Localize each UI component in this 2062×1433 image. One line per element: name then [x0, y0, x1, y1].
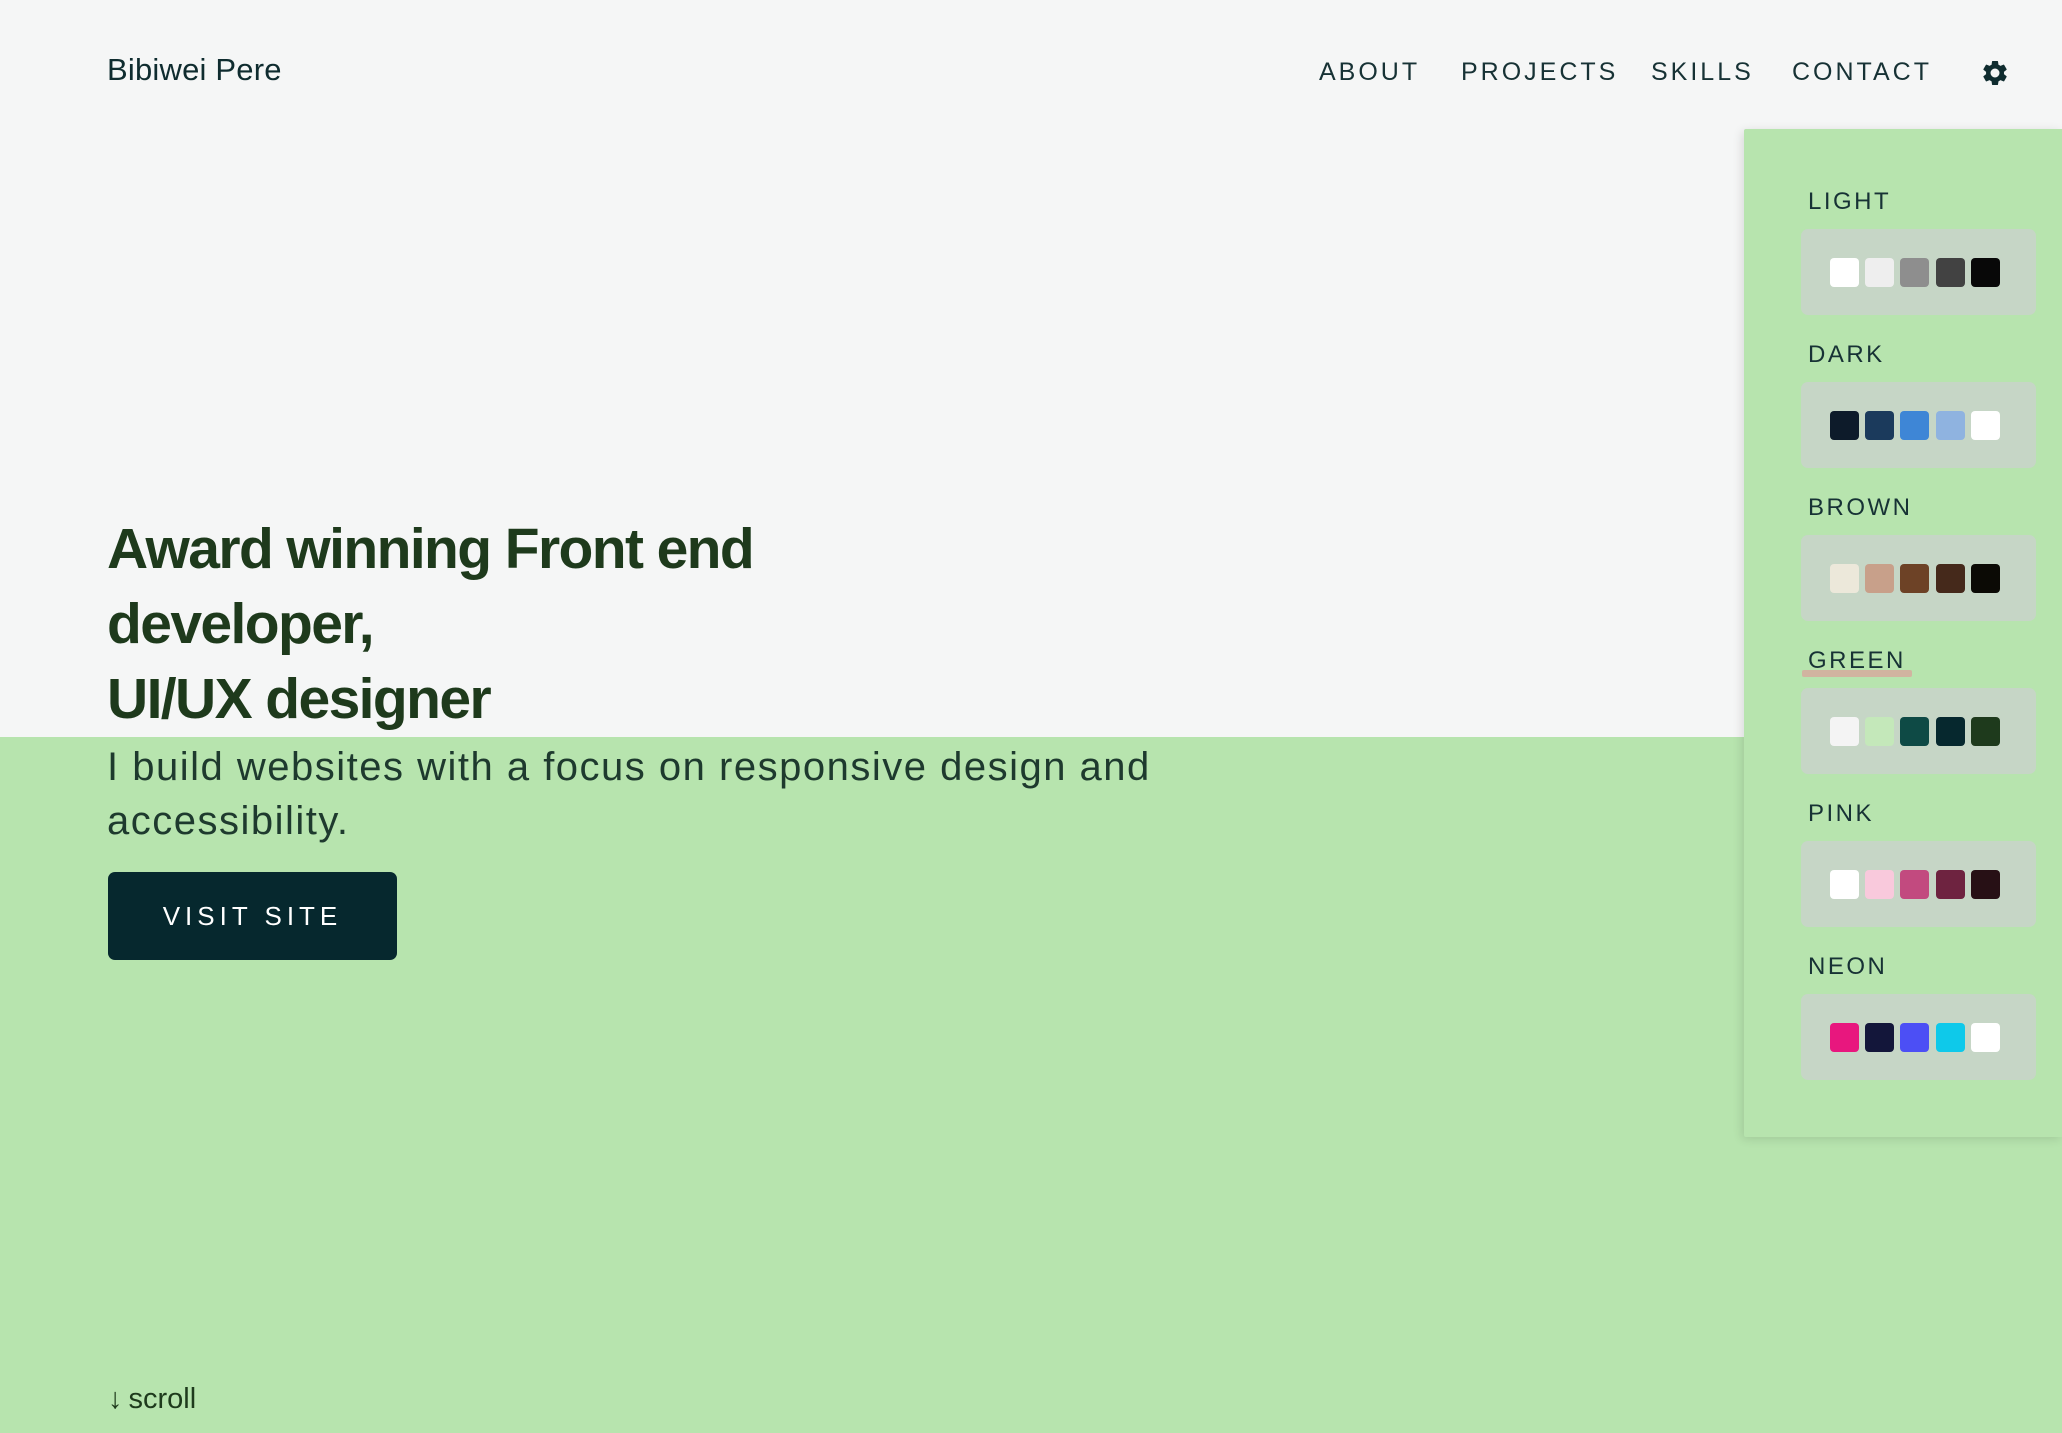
color-swatch [1865, 1023, 1894, 1052]
color-swatch [1830, 411, 1859, 440]
color-swatch [1865, 717, 1894, 746]
color-swatch [1971, 717, 2000, 746]
hero-title-line: Award winning Front end [107, 517, 755, 581]
theme-label-dark: DARK [1808, 341, 1885, 368]
color-swatch [1865, 564, 1894, 593]
color-swatch [1936, 1023, 1965, 1052]
color-swatch [1830, 258, 1859, 287]
brand-logo[interactable]: Bibiwei Pere [107, 52, 282, 88]
theme-option-light[interactable] [1801, 229, 2036, 315]
theme-label-pink: PINK [1808, 800, 1875, 827]
theme-panel: LIGHT DARK BROWN GREEN PINK NEON [1744, 129, 2062, 1137]
color-swatch [1971, 870, 2000, 899]
nav-skills[interactable]: SKILLS [1651, 58, 1754, 87]
color-swatch [1900, 717, 1929, 746]
theme-option-green[interactable] [1801, 688, 2036, 774]
color-swatch [1830, 1023, 1859, 1052]
color-swatch [1936, 258, 1965, 287]
color-swatch [1900, 1023, 1929, 1052]
nav-projects[interactable]: PROJECTS [1461, 58, 1618, 87]
theme-option-pink[interactable] [1801, 841, 2036, 927]
color-swatch [1971, 564, 2000, 593]
color-swatch [1865, 411, 1894, 440]
hero-title: Award winning Front end developer, UI/UX… [107, 512, 927, 737]
visit-site-button[interactable]: VISIT SITE [108, 872, 397, 960]
color-swatch [1830, 564, 1859, 593]
color-swatch [1830, 717, 1859, 746]
hero-title-line: UI/UX designer [107, 667, 492, 731]
nav-contact[interactable]: CONTACT [1792, 58, 1932, 87]
color-swatch [1936, 411, 1965, 440]
color-swatch [1971, 411, 2000, 440]
scroll-label: scroll [128, 1383, 197, 1415]
color-swatch [1900, 411, 1929, 440]
theme-option-neon[interactable] [1801, 994, 2036, 1080]
color-swatch [1936, 564, 1965, 593]
theme-label-green: GREEN [1802, 647, 1912, 677]
hero-subtitle: I build websites with a focus on respons… [107, 745, 1151, 843]
color-swatch [1865, 258, 1894, 287]
theme-option-brown[interactable] [1801, 535, 2036, 621]
color-swatch [1936, 870, 1965, 899]
color-swatch [1900, 564, 1929, 593]
theme-option-dark[interactable] [1801, 382, 2036, 468]
nav-about[interactable]: ABOUT [1319, 58, 1420, 87]
theme-label-brown: BROWN [1808, 494, 1913, 521]
color-swatch [1865, 870, 1894, 899]
color-swatch [1936, 717, 1965, 746]
color-swatch [1830, 870, 1859, 899]
color-swatch [1900, 870, 1929, 899]
gear-icon[interactable] [1980, 58, 2010, 88]
arrow-down-icon: ↓ [108, 1383, 123, 1415]
color-swatch [1971, 258, 2000, 287]
color-swatch [1900, 258, 1929, 287]
color-swatch [1971, 1023, 2000, 1052]
theme-label-light: LIGHT [1808, 188, 1892, 215]
hero-title-line: developer, [107, 592, 375, 656]
scroll-indicator[interactable]: ↓ scroll [108, 1383, 196, 1416]
theme-label-neon: NEON [1808, 953, 1888, 980]
